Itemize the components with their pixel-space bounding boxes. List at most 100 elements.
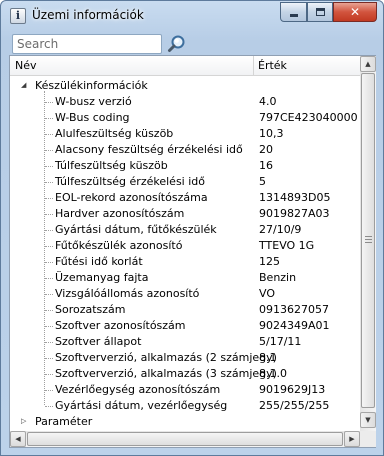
tree-item-row[interactable]: Szoftververzió, alkalmazás (3 számjegy) 8… — [10, 366, 360, 382]
tree-item-label: W-Bus coding — [55, 111, 130, 124]
tree-item-value: Benzin — [259, 271, 297, 284]
maximize-button[interactable] — [307, 2, 333, 22]
tree-item-row[interactable]: Vezérlőegység azonosítószám 9019629J13 — [10, 382, 360, 398]
scroll-right-button[interactable]: ▶ — [344, 431, 360, 447]
tree-item-value: 1314893D05 — [259, 191, 331, 204]
tree-connector — [45, 278, 53, 279]
tree-item-value: TTEVO 1G — [259, 239, 315, 252]
tree-item-value: VO — [259, 287, 275, 300]
scroll-down-button[interactable]: ▼ — [360, 412, 376, 428]
tree-item-label: Túlfeszültség küszöb — [55, 159, 168, 172]
tree-item-label: EOL-rekord azonosítószáma — [55, 191, 208, 204]
grip-line — [365, 236, 372, 237]
tree-connector — [45, 166, 53, 167]
minimize-button[interactable] — [280, 2, 307, 22]
tree-item-label: Vezérlőegység azonosítószám — [55, 383, 221, 396]
tree-connector — [45, 198, 53, 199]
maximize-icon — [316, 8, 325, 16]
grip-line — [365, 242, 372, 243]
tree-connector — [45, 214, 53, 215]
column-header-value[interactable]: Érték — [258, 59, 287, 72]
tree-item-row[interactable]: Fűtési idő korlát 125 — [10, 254, 360, 270]
tree-connector — [45, 342, 53, 343]
tree-item-label: Alulfeszültség küszöb — [55, 127, 174, 140]
tree-item-row[interactable]: Szoftververzió, alkalmazás (2 számjegy) 8… — [10, 350, 360, 366]
tree-item-label: Fűtőkészülék azonosító — [55, 239, 183, 252]
tree-connector — [45, 358, 53, 359]
tree-group-label: Paraméter — [35, 415, 93, 428]
tree-item-value: 255/255/255 — [259, 399, 330, 412]
info-i-icon[interactable]: i — [10, 8, 26, 24]
column-header-name[interactable]: Név — [15, 59, 37, 72]
app-window: i Üzemi információk ✕ Név Érték ◢ — [0, 0, 384, 456]
tree-item-row[interactable]: Túlfeszültség érzékelési idő 5 — [10, 174, 360, 190]
title-bar[interactable]: i Üzemi információk ✕ — [1, 1, 383, 31]
tree-item-label: Fűtési idő korlát — [55, 255, 143, 268]
tree-item-value: 20 — [259, 143, 273, 156]
tree-connector — [45, 406, 53, 407]
tree-item-row[interactable]: Szoftver állapot 5/17/11 — [10, 334, 360, 350]
tree-item-row[interactable]: Túlfeszültség küszöb 16 — [10, 158, 360, 174]
tree-item-row[interactable]: Üzemanyag fajta Benzin — [10, 270, 360, 286]
tree-item-value: 5/17/11 — [259, 335, 302, 348]
close-button[interactable]: ✕ — [333, 2, 377, 22]
tree-item-value: 4.0 — [259, 95, 277, 108]
expand-triangle-icon[interactable]: ▷ — [21, 418, 28, 425]
tree-item-label: Túlfeszültség érzékelési idő — [55, 175, 205, 188]
tree-connector — [45, 310, 53, 311]
tree-item-label: Üzemanyag fajta — [55, 271, 149, 284]
close-icon: ✕ — [349, 5, 361, 19]
tree-group-device-info[interactable]: ◢ Készülékinformációk — [10, 78, 360, 94]
tree-item-label: Szoftver állapot — [55, 335, 142, 348]
vertical-scroll-thumb[interactable] — [361, 73, 375, 408]
tree-item-label: W-busz verzió — [55, 95, 132, 108]
tree-connector — [45, 390, 53, 391]
horizontal-scrollbar[interactable]: ◀ ▶ — [10, 431, 360, 447]
tree-item-row[interactable]: EOL-rekord azonosítószáma 1314893D05 — [10, 190, 360, 206]
tree-item-label: Szoftververzió, alkalmazás (2 számjegy) — [55, 351, 277, 364]
tree-item-label: Gyártási dátum, fűtőkészülék — [55, 223, 217, 236]
column-divider[interactable] — [253, 56, 254, 76]
collapse-triangle-icon[interactable]: ◢ — [21, 82, 28, 89]
scrollbar-corner — [360, 431, 376, 447]
tree-item-value: 0913627057 — [259, 303, 329, 316]
tree-item-label: Alacsony feszültség érzékelési idő — [55, 143, 243, 156]
vertical-scrollbar[interactable]: ▲ ▼ — [360, 56, 376, 431]
tree-item-value: 16 — [259, 159, 273, 172]
tree-item-row[interactable]: Fűtőkészülék azonosító TTEVO 1G — [10, 238, 360, 254]
tree-item-value: 797CE423040000 — [259, 111, 358, 124]
tree-item-value: 9024349A01 — [259, 319, 330, 332]
tree-item-value: 10,3 — [259, 127, 284, 140]
search-icon[interactable] — [167, 34, 187, 54]
tree-group-parameter[interactable]: ▷ Paraméter — [10, 414, 360, 428]
tree-item-row[interactable]: Vizsgálóállomás azonosító VO — [10, 286, 360, 302]
tree-connector — [45, 294, 53, 295]
tree-item-row[interactable]: W-busz verzió 4.0 — [10, 94, 360, 110]
tree-item-value: 8.1.0 — [259, 367, 287, 380]
tree-item-row[interactable]: Alulfeszültség küszöb 10,3 — [10, 126, 360, 142]
minimize-icon — [290, 14, 298, 17]
search-input[interactable] — [12, 34, 162, 54]
tree-item-label: Hardver azonosítószám — [55, 207, 185, 220]
tree-connector — [45, 102, 53, 103]
tree-connector — [45, 150, 53, 151]
tree-item-row[interactable]: Sorozatszám 0913627057 — [10, 302, 360, 318]
window-title: Üzemi információk — [32, 8, 144, 22]
tree-connector — [45, 134, 53, 135]
horizontal-scroll-thumb[interactable] — [27, 432, 343, 446]
tree-item-row[interactable]: Szoftver azonosítószám 9024349A01 — [10, 318, 360, 334]
tree-item-row[interactable]: Hardver azonosítószám 9019827A03 — [10, 206, 360, 222]
tree-item-label: Szoftver azonosítószám — [55, 319, 186, 332]
tree-item-row[interactable]: W-Bus coding 797CE423040000 — [10, 110, 360, 126]
tree-body: ◢ Készülékinformációk ▷ Paraméter W-busz… — [10, 77, 360, 428]
tree-connector — [45, 182, 53, 183]
tree-item-row[interactable]: Gyártási dátum, vezérlőegység 255/255/255 — [10, 398, 360, 414]
tree-item-row[interactable]: Gyártási dátum, fűtőkészülék 27/10/9 — [10, 222, 360, 238]
tree-item-label: Vizsgálóállomás azonosító — [55, 287, 200, 300]
search-bar — [9, 31, 375, 57]
tree-item-row[interactable]: Alacsony feszültség érzékelési idő 20 — [10, 142, 360, 158]
scroll-left-button[interactable]: ◀ — [10, 431, 26, 447]
tree-item-label: Sorozatszám — [55, 303, 126, 316]
tree-connector — [45, 374, 53, 375]
scroll-up-button[interactable]: ▲ — [360, 56, 376, 72]
